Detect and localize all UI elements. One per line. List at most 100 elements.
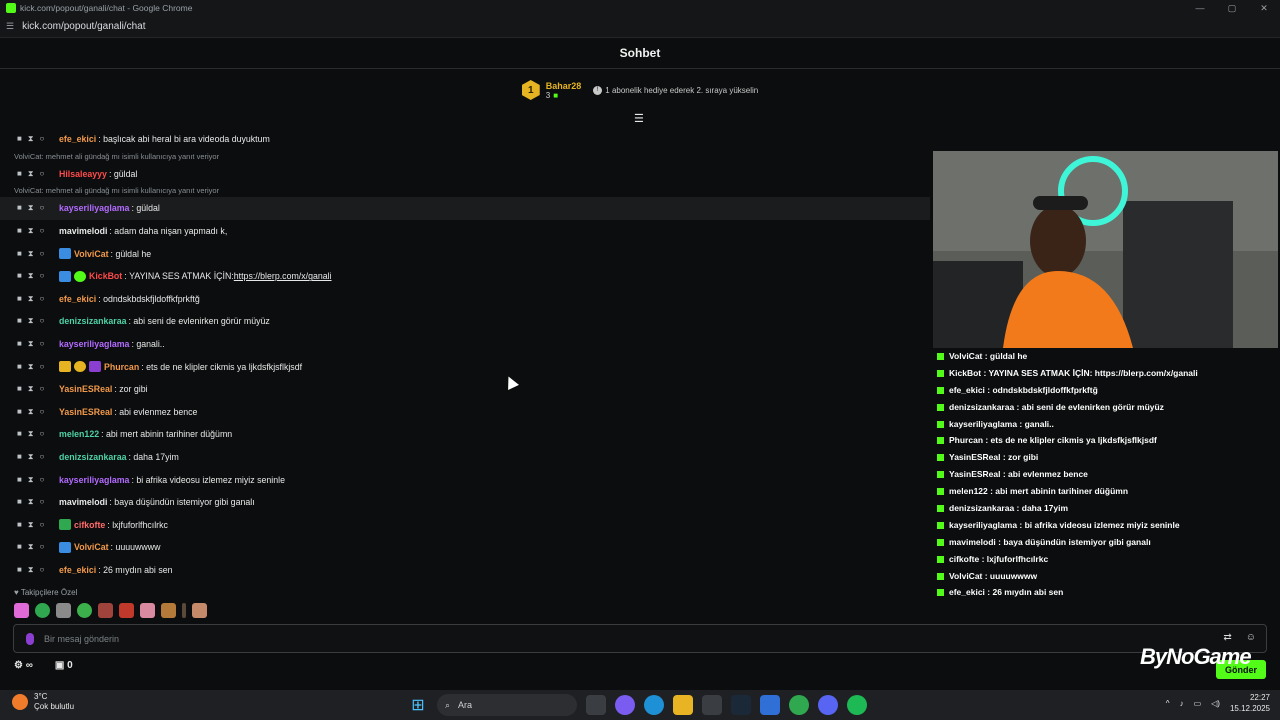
- translate-icon[interactable]: ⇄: [1223, 632, 1231, 643]
- chat-username[interactable]: mavimelodi: [59, 226, 107, 236]
- ban-icon[interactable]: ○: [39, 271, 44, 281]
- chat-username[interactable]: YasinESReal: [59, 384, 112, 394]
- delete-icon[interactable]: ■: [17, 169, 22, 179]
- timeout-icon[interactable]: ⧗: [28, 226, 34, 236]
- mic-icon[interactable]: [26, 632, 34, 645]
- ban-icon[interactable]: ○: [39, 339, 44, 349]
- chat-message[interactable]: ■ ⧗ ○ cifkofte: lxjfuforlfhcılrkc: [0, 514, 930, 537]
- ban-icon[interactable]: ○: [39, 520, 44, 530]
- bull-emote-icon[interactable]: [161, 603, 176, 618]
- chat-message-list[interactable]: ■ ⧗ ○ efe_ekici: başlıcak abi heral bi ara …: [0, 128, 930, 588]
- mail-icon[interactable]: [760, 695, 780, 715]
- spotify-icon[interactable]: [847, 695, 867, 715]
- delete-icon[interactable]: ■: [17, 339, 22, 349]
- timeout-icon[interactable]: ⧗: [28, 407, 34, 417]
- mod-tools[interactable]: ■ ⧗ ○: [17, 542, 53, 552]
- chat-message[interactable]: ■ ⧗ ○ mavimelodi: baya düşündün istemiyor g…: [0, 491, 930, 514]
- mod-tools[interactable]: ■ ⧗ ○: [17, 475, 53, 485]
- chat-username[interactable]: kayseriliyaglama: [59, 475, 129, 485]
- cat-emote-icon[interactable]: [56, 603, 71, 618]
- ban-icon[interactable]: ○: [39, 294, 44, 304]
- ban-icon[interactable]: ○: [39, 429, 44, 439]
- chat-message[interactable]: ■ ⧗ ○ Hilsaleayyy: güldal: [0, 163, 930, 186]
- ban-icon[interactable]: ○: [39, 249, 44, 259]
- minimize-button[interactable]: —: [1184, 0, 1216, 16]
- timeout-icon[interactable]: ⧗: [28, 271, 34, 281]
- chat-message[interactable]: ■ ⧗ ○ kayseriliyaglama: bi afrika videosu i…: [0, 468, 930, 491]
- weather-widget[interactable]: 3°C Çok bulutlu: [12, 692, 74, 712]
- delete-icon[interactable]: ■: [17, 429, 22, 439]
- chat-message[interactable]: ■ ⧗ ○ denizsizankaraa: daha 17yim: [0, 446, 930, 469]
- points-counter[interactable]: ▣ 0: [55, 660, 73, 671]
- copilot-icon[interactable]: [615, 695, 635, 715]
- chat-message[interactable]: ■ ⧗ ○ VolviCat: uuuuwwww: [0, 536, 930, 559]
- chat-username[interactable]: KickBot: [89, 271, 122, 281]
- delete-icon[interactable]: ■: [17, 407, 22, 417]
- chat-message[interactable]: ■ ⧗ ○ kayseriliyaglama: güldal: [0, 197, 930, 220]
- chat-username[interactable]: efe_ekici: [59, 294, 96, 304]
- mod-tools[interactable]: ■ ⧗ ○: [17, 520, 53, 530]
- timeout-icon[interactable]: ⧗: [28, 169, 34, 179]
- message-input[interactable]: Bir mesaj gönderin: [44, 634, 119, 644]
- mod-tools[interactable]: ■ ⧗ ○: [17, 429, 53, 439]
- mod-tools[interactable]: ■ ⧗ ○: [17, 339, 53, 349]
- url-text[interactable]: kick.com/popout/ganali/chat: [22, 21, 145, 32]
- delete-icon[interactable]: ■: [17, 134, 22, 144]
- delete-icon[interactable]: ■: [17, 271, 22, 281]
- chat-message[interactable]: ■ ⧗ ○ kayseriliyaglama: ganali..: [0, 333, 930, 356]
- chevron-up-icon[interactable]: ^: [1166, 699, 1170, 708]
- chat-message[interactable]: ■ ⧗ ○ mavimelodi: adam daha nişan yapmadı k…: [0, 220, 930, 243]
- chat-username[interactable]: VolviCat: [74, 542, 109, 552]
- chat-message[interactable]: ■ ⧗ ○ melen122: abi mert abinin tarihiner d…: [0, 423, 930, 446]
- mod-tools[interactable]: ■ ⧗ ○: [17, 362, 53, 372]
- ban-icon[interactable]: ○: [39, 203, 44, 213]
- delete-icon[interactable]: ■: [17, 384, 22, 394]
- chat-username[interactable]: efe_ekici: [59, 134, 96, 144]
- chat-message[interactable]: ■ ⧗ ○ efe_ekici: odndskbdskfjldoffkfprkftğ: [0, 288, 930, 311]
- timeout-icon[interactable]: ⧗: [28, 362, 34, 372]
- chat-message[interactable]: ■ ⧗ ○ VolviCat: güldal he: [0, 242, 930, 265]
- ban-icon[interactable]: ○: [39, 565, 44, 575]
- mod-tools[interactable]: ■ ⧗ ○: [17, 294, 53, 304]
- ban-icon[interactable]: ○: [39, 134, 44, 144]
- stick-emote-icon[interactable]: [182, 603, 186, 618]
- pink-emote-icon[interactable]: [140, 603, 155, 618]
- site-info-icon[interactable]: ☰: [6, 21, 14, 32]
- leaderboard-username[interactable]: Bahar28: [546, 81, 582, 91]
- timeout-icon[interactable]: ⧗: [28, 134, 34, 144]
- devil-emote-icon[interactable]: [119, 603, 134, 618]
- timeout-icon[interactable]: ⧗: [28, 384, 34, 394]
- close-button[interactable]: ✕: [1248, 0, 1280, 16]
- hand-emote-icon[interactable]: [192, 603, 207, 618]
- mod-tools[interactable]: ■ ⧗ ○: [17, 407, 53, 417]
- mod-tools[interactable]: ■ ⧗ ○: [17, 226, 53, 236]
- delete-icon[interactable]: ■: [17, 475, 22, 485]
- leaderboard-user[interactable]: Bahar28 3 ■: [546, 81, 582, 100]
- mod-tools[interactable]: ■ ⧗ ○: [17, 565, 53, 575]
- volume-icon[interactable]: ◁): [1211, 699, 1220, 708]
- ban-icon[interactable]: ○: [39, 407, 44, 417]
- delete-icon[interactable]: ■: [17, 362, 22, 372]
- delete-icon[interactable]: ■: [17, 452, 22, 462]
- mod-tools[interactable]: ■ ⧗ ○: [17, 452, 53, 462]
- mod-tools[interactable]: ■ ⧗ ○: [17, 249, 53, 259]
- chat-message[interactable]: ■ ⧗ ○ YasinESReal: abi evlenmez bence: [0, 401, 930, 424]
- settings-icon[interactable]: ⚙ ∞: [14, 660, 33, 671]
- chat-link[interactable]: https://blerp.com/x/ganali: [234, 271, 332, 281]
- heart-emote-icon[interactable]: [14, 603, 29, 618]
- delete-icon[interactable]: ■: [17, 226, 22, 236]
- chat-username[interactable]: Hilsaleayyy: [59, 169, 107, 179]
- timeout-icon[interactable]: ⧗: [28, 339, 34, 349]
- chrome-icon[interactable]: [789, 695, 809, 715]
- face-emote-icon[interactable]: [98, 603, 113, 618]
- chat-username[interactable]: Phurcan: [104, 362, 139, 372]
- timeout-icon[interactable]: ⧗: [28, 249, 34, 259]
- delete-icon[interactable]: ■: [17, 542, 22, 552]
- green-emote-icon[interactable]: [35, 603, 50, 618]
- chat-username[interactable]: mavimelodi: [59, 497, 107, 507]
- timeout-icon[interactable]: ⧗: [28, 452, 34, 462]
- frog-emote-icon[interactable]: [77, 603, 92, 618]
- ban-icon[interactable]: ○: [39, 316, 44, 326]
- mod-tools[interactable]: ■ ⧗ ○: [17, 134, 53, 144]
- discord-icon[interactable]: [818, 695, 838, 715]
